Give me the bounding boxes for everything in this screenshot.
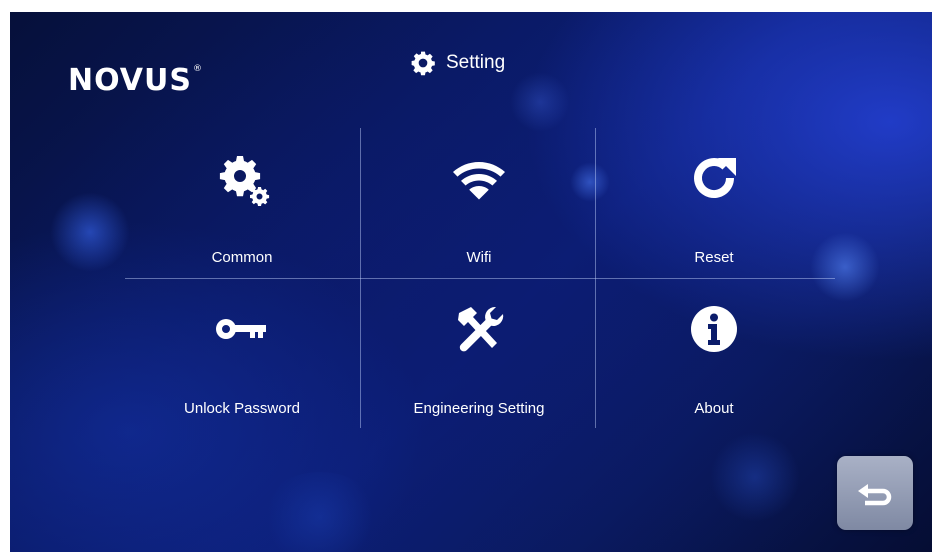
refresh-icon	[684, 148, 744, 208]
info-icon	[684, 299, 744, 359]
gears-icon	[212, 148, 272, 208]
menu-item-label: Engineering Setting	[413, 400, 545, 417]
tools-icon	[449, 299, 509, 359]
brand-name: NOVUS	[68, 62, 192, 98]
wifi-icon	[449, 148, 509, 208]
gear-icon	[411, 51, 435, 76]
menu-item-label: Reset	[694, 249, 734, 266]
menu-item-unlock-password[interactable]: Unlock Password	[124, 279, 360, 429]
setting-screen: NOVUS ® Setting Common Wifi Reset Unlock…	[10, 12, 932, 552]
menu-item-label: Wifi	[466, 249, 492, 266]
page-title-text: Setting	[446, 52, 506, 73]
back-button[interactable]	[837, 456, 913, 530]
menu-item-reset[interactable]: Reset	[596, 128, 832, 278]
brand-logo: NOVUS ®	[68, 60, 203, 100]
page-title: Setting	[410, 48, 505, 78]
menu-item-label: Common	[211, 249, 273, 266]
registered-mark: ®	[193, 64, 203, 74]
background-bokeh	[50, 192, 130, 272]
back-arrow-icon	[858, 484, 892, 506]
menu-item-common[interactable]: Common	[124, 128, 360, 278]
menu-item-about[interactable]: About	[596, 279, 832, 429]
menu-item-engineering-setting[interactable]: Engineering Setting	[361, 279, 597, 429]
key-icon	[212, 299, 272, 359]
menu-item-label: Unlock Password	[184, 400, 300, 417]
background-bokeh	[260, 472, 380, 552]
background-bokeh	[510, 72, 570, 132]
background-bokeh	[710, 432, 800, 522]
menu-item-label: About	[694, 400, 734, 417]
menu-item-wifi[interactable]: Wifi	[361, 128, 597, 278]
